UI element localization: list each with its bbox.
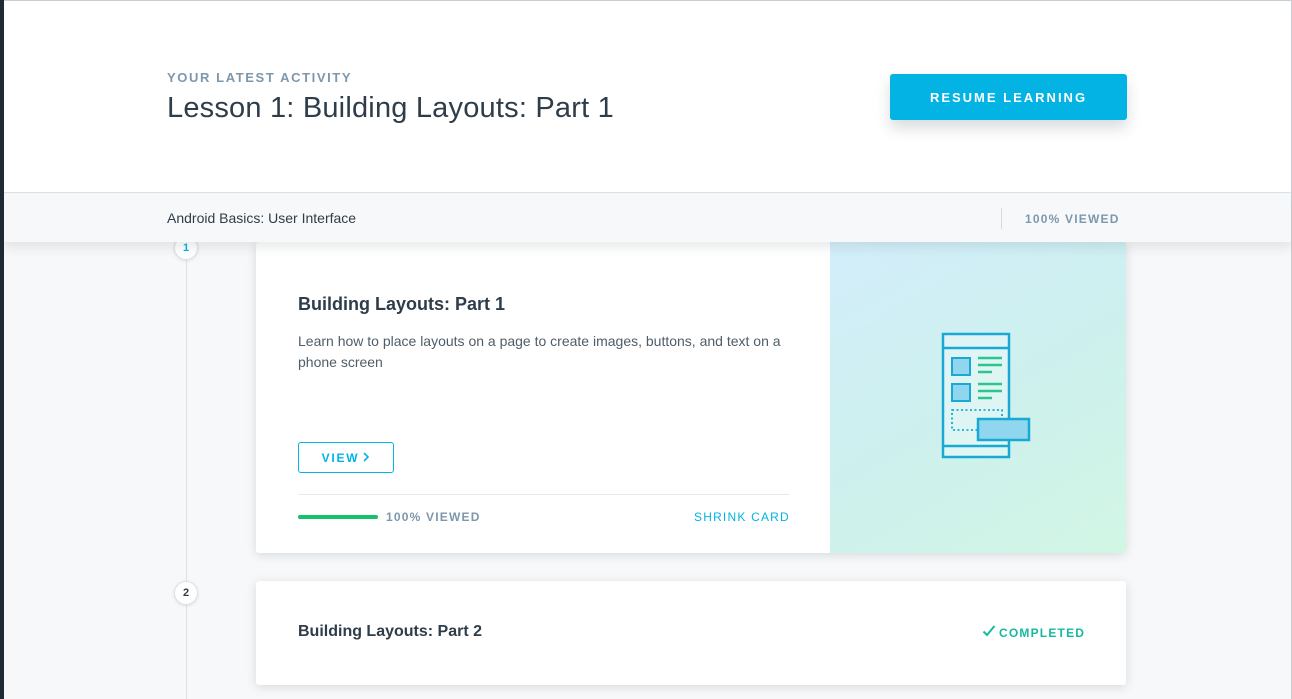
checkmark-icon [982, 624, 996, 641]
resume-learning-button[interactable]: RESUME LEARNING [890, 74, 1127, 120]
concept-card-collapsed[interactable]: Building Layouts: Part 2 COMPLETED [256, 581, 1126, 685]
phone-layout-illustration [941, 332, 1031, 459]
concept-illustration-panel [830, 242, 1126, 553]
concept-progress-fill [298, 515, 378, 519]
completed-label: COMPLETED [999, 625, 1086, 640]
concept-progress-label: 100% VIEWED [386, 510, 481, 524]
course-name: Android Basics: User Interface [167, 210, 357, 226]
course-progress-bar: Android Basics: User Interface 100% VIEW… [4, 194, 1291, 242]
completed-badge: COMPLETED [982, 624, 1085, 641]
card-divider [298, 494, 789, 495]
latest-activity-header: YOUR LATEST ACTIVITY Lesson 1: Building … [4, 1, 1291, 193]
concept-title: Building Layouts: Part 1 [298, 294, 506, 314]
concept-progress-bar [298, 515, 378, 519]
timeline-line [186, 242, 187, 699]
concept-card-expanded: Building Layouts: Part 1 Learn how to pl… [256, 242, 1126, 553]
timeline-node-2: 2 [174, 581, 198, 605]
shrink-card-link[interactable]: SHRINK CARD [694, 510, 790, 524]
view-button[interactable]: VIEW [298, 442, 394, 473]
chevron-right-icon [362, 451, 370, 465]
page-title: Lesson 1: Building Layouts: Part 1 [167, 92, 614, 124]
concept-description: Learn how to place layouts on a page to … [298, 333, 781, 370]
concept-title: Building Layouts: Part 2 [298, 623, 483, 640]
view-button-label: VIEW [321, 450, 360, 465]
latest-activity-eyebrow: YOUR LATEST ACTIVITY [167, 70, 353, 85]
course-viewed-status: 100% VIEWED [1025, 212, 1120, 226]
divider [1001, 208, 1002, 229]
